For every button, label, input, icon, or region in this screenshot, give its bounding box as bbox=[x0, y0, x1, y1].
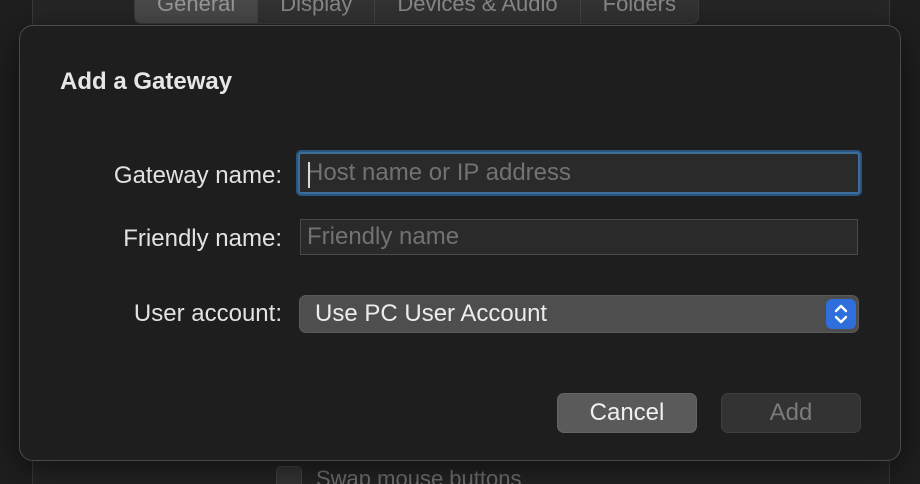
tab-devices-audio[interactable]: Devices & Audio bbox=[375, 0, 581, 23]
swap-mouse-label: Swap mouse buttons bbox=[316, 466, 522, 484]
gateway-name-input[interactable] bbox=[298, 152, 860, 194]
tab-general[interactable]: General bbox=[135, 0, 259, 23]
preferences-tab-bar: General Display Devices & Audio Folders bbox=[134, 0, 699, 24]
tab-display[interactable]: Display bbox=[258, 0, 376, 23]
add-button[interactable]: Add bbox=[721, 393, 861, 433]
gateway-name-label: Gateway name: bbox=[113, 162, 282, 189]
screen: General Display Devices & Audio Folders … bbox=[0, 0, 920, 484]
swap-mouse-row: Swap mouse buttons bbox=[276, 466, 521, 484]
friendly-name-input[interactable] bbox=[300, 219, 858, 255]
user-account-value: Use PC User Account bbox=[315, 300, 548, 327]
text-caret bbox=[308, 162, 310, 188]
swap-mouse-checkbox[interactable] bbox=[276, 466, 302, 484]
sheet-title: Add a Gateway bbox=[60, 68, 233, 95]
friendly-name-label: Friendly name: bbox=[123, 225, 282, 252]
cancel-button[interactable]: Cancel bbox=[557, 393, 697, 433]
popup-chevrons-icon bbox=[826, 299, 856, 329]
user-account-popup[interactable]: Use PC User Account bbox=[299, 295, 859, 333]
user-account-label: User account: bbox=[133, 300, 282, 327]
tab-folders[interactable]: Folders bbox=[581, 0, 698, 23]
add-gateway-sheet: Add a Gateway Gateway name: Friendly nam… bbox=[19, 25, 901, 461]
